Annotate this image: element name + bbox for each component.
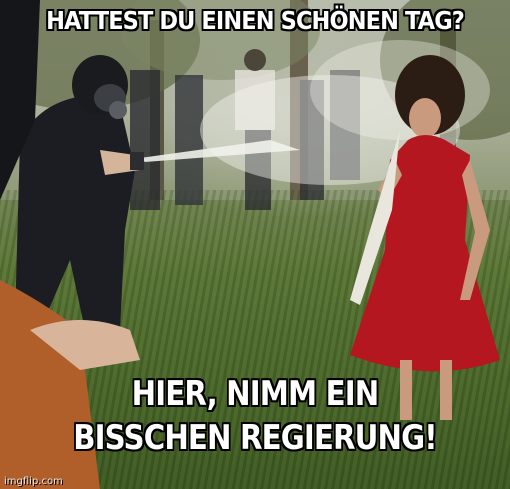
meme-image: HATTEST DU EINEN SCHÖNEN TAG? HIER, NIMM… <box>0 0 510 489</box>
top-caption: HATTEST DU EINEN SCHÖNEN TAG? <box>46 6 465 35</box>
bottom-caption-line1: HIER, NIMM EIN <box>131 374 380 414</box>
bottom-caption: HIER, NIMM EIN BISSCHEN REGIERUNG! <box>36 372 475 460</box>
imgflip-watermark: imgflip.com <box>4 476 63 487</box>
police-officer <box>0 0 144 330</box>
bottom-caption-line2: BISSCHEN REGIERUNG! <box>73 418 437 458</box>
